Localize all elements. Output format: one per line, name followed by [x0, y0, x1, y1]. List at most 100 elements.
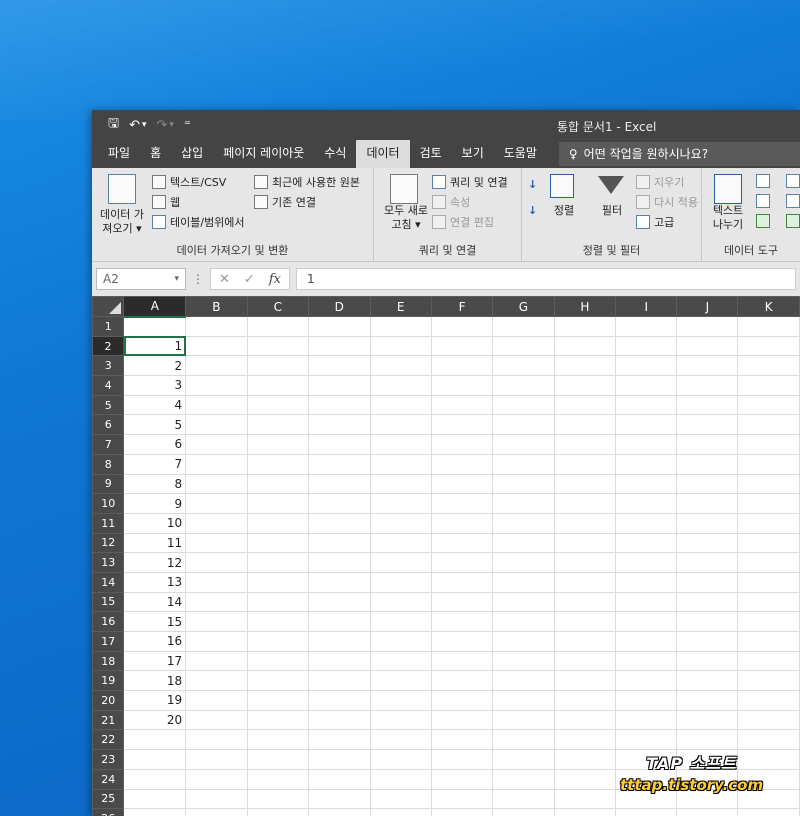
row-header[interactable]: 13 — [92, 552, 125, 573]
cell-b[interactable] — [185, 749, 248, 770]
cell-j[interactable] — [676, 316, 739, 337]
cell-i[interactable] — [615, 355, 678, 377]
cell-j[interactable] — [676, 552, 739, 573]
cell-g[interactable] — [492, 670, 555, 692]
recent-sources-button[interactable]: 최근에 사용한 원본 — [254, 174, 360, 190]
cell-a[interactable]: 14 — [123, 591, 187, 613]
cell-f[interactable] — [430, 591, 494, 613]
cell-k[interactable] — [737, 532, 800, 554]
tab-2[interactable]: 삽입 — [171, 140, 213, 168]
cell-b[interactable] — [185, 375, 248, 396]
row-header[interactable]: 12 — [92, 532, 125, 554]
relationships-button[interactable] — [786, 194, 800, 208]
cell-h[interactable] — [553, 473, 617, 495]
cell-e[interactable] — [369, 768, 432, 790]
cell-e[interactable] — [369, 335, 432, 357]
cell-d[interactable] — [308, 670, 371, 692]
cell-d[interactable] — [308, 473, 371, 495]
cell-b[interactable] — [185, 453, 248, 475]
cell-g[interactable] — [492, 512, 555, 534]
column-header-d[interactable]: D — [308, 296, 371, 317]
cell-h[interactable] — [553, 394, 617, 416]
cell-b[interactable] — [185, 729, 248, 751]
customize-qat-icon[interactable]: ⁼ — [184, 118, 191, 133]
flash-fill-button[interactable] — [756, 174, 770, 188]
cell-f[interactable] — [430, 670, 494, 692]
cell-a[interactable]: 18 — [123, 670, 187, 692]
row-header[interactable]: 2 — [92, 335, 125, 357]
column-header-i[interactable]: I — [615, 296, 678, 317]
cell-h[interactable] — [553, 709, 617, 731]
cell-j[interactable] — [676, 670, 739, 692]
redo-dropdown-icon[interactable]: ▾ — [169, 120, 174, 130]
cell-b[interactable] — [185, 709, 248, 731]
cell-c[interactable] — [246, 375, 310, 396]
cell-g[interactable] — [492, 414, 555, 436]
cell-b[interactable] — [185, 768, 248, 790]
row-header[interactable]: 11 — [92, 512, 125, 534]
cell-b[interactable] — [185, 434, 248, 455]
cell-e[interactable] — [369, 631, 432, 652]
cell-h[interactable] — [553, 650, 617, 672]
cell-i[interactable] — [615, 571, 678, 593]
row-header[interactable]: 16 — [92, 611, 125, 632]
cell-j[interactable] — [676, 512, 739, 534]
cell-f[interactable] — [430, 631, 494, 652]
filter-button[interactable]: 필터 — [592, 204, 632, 218]
cell-d[interactable] — [308, 690, 371, 711]
sort-ascending-button[interactable]: ↓ — [528, 178, 537, 191]
cell-g[interactable] — [492, 788, 555, 810]
cell-e[interactable] — [369, 493, 432, 514]
cell-a[interactable]: 8 — [123, 473, 187, 495]
cell-d[interactable] — [308, 335, 371, 357]
cell-i[interactable] — [615, 375, 678, 396]
cell-e[interactable] — [369, 473, 432, 495]
cell-d[interactable] — [308, 355, 371, 377]
cell-c[interactable] — [246, 650, 310, 672]
cell-g[interactable] — [492, 650, 555, 672]
row-header[interactable]: 24 — [92, 768, 125, 790]
row-header[interactable]: 3 — [92, 355, 125, 377]
cell-e[interactable] — [369, 670, 432, 692]
cell-k[interactable] — [737, 355, 800, 377]
more-options-icon[interactable]: ⋮ — [192, 272, 204, 286]
column-header-e[interactable]: E — [369, 296, 432, 317]
cell-j[interactable] — [676, 473, 739, 495]
cell-k[interactable] — [737, 434, 800, 455]
column-header-g[interactable]: G — [492, 296, 555, 317]
cell-b[interactable] — [185, 650, 248, 672]
cell-j[interactable] — [676, 493, 739, 514]
cell-d[interactable] — [308, 434, 371, 455]
column-header-f[interactable]: F — [430, 296, 494, 317]
cell-f[interactable] — [430, 453, 494, 475]
cell-k[interactable] — [737, 316, 800, 337]
formula-input[interactable]: 1 — [295, 268, 796, 290]
cell-d[interactable] — [308, 591, 371, 613]
cell-g[interactable] — [492, 335, 555, 357]
cell-i[interactable] — [615, 690, 678, 711]
tell-me-search[interactable]: ♀ 어떤 작업을 원하시나요? — [558, 142, 800, 166]
cell-e[interactable] — [369, 355, 432, 377]
cell-i[interactable] — [615, 512, 678, 534]
cell-i[interactable] — [615, 316, 678, 337]
cell-g[interactable] — [492, 631, 555, 652]
cell-h[interactable] — [553, 670, 617, 692]
cell-h[interactable] — [553, 768, 617, 790]
cell-b[interactable] — [185, 493, 248, 514]
cell-k[interactable] — [737, 571, 800, 593]
reapply-button[interactable]: 다시 적용 — [636, 194, 698, 210]
tab-7[interactable]: 보기 — [452, 140, 494, 168]
cell-i[interactable] — [615, 394, 678, 416]
cell-g[interactable] — [492, 532, 555, 554]
cell-a[interactable]: 17 — [123, 650, 187, 672]
row-header[interactable]: 21 — [92, 709, 125, 731]
cell-f[interactable] — [430, 394, 494, 416]
cell-g[interactable] — [492, 768, 555, 790]
cell-g[interactable] — [492, 473, 555, 495]
cell-b[interactable] — [185, 591, 248, 613]
cell-a[interactable]: 5 — [123, 414, 187, 436]
text-csv-button[interactable]: 텍스트/CSV — [152, 174, 226, 190]
cell-c[interactable] — [246, 394, 310, 416]
cell-j[interactable] — [676, 414, 739, 436]
cell-g[interactable] — [492, 453, 555, 475]
